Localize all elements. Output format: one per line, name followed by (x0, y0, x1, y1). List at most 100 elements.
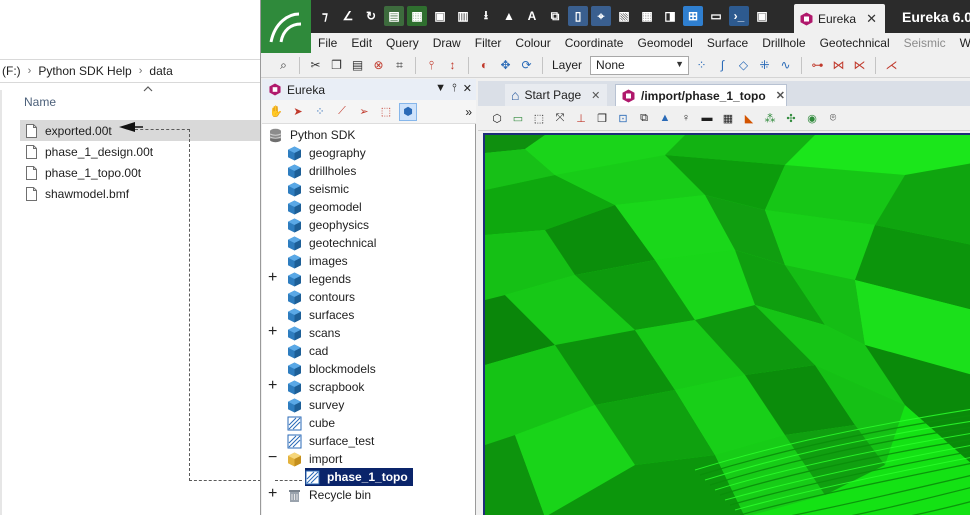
address-bar[interactable]: (F:) › Python SDK Help › data (0, 59, 260, 83)
angle-tool-icon[interactable]: ∠ (338, 6, 358, 26)
menu-colour[interactable]: Colour (508, 36, 557, 50)
select-arrow-icon[interactable]: ➤ (289, 103, 307, 121)
tree-item[interactable]: cube (287, 414, 335, 432)
coordinate-system-icon[interactable]: ◐ (476, 57, 493, 74)
name-column-header[interactable]: Name (24, 95, 56, 109)
menu-drillhole[interactable]: Drillhole (755, 36, 812, 50)
document-icon[interactable]: ◨ (660, 6, 680, 26)
paste-icon[interactable]: ▤ (349, 57, 366, 74)
tree-item[interactable]: + legends (268, 270, 351, 288)
windows-icon[interactable]: ⊞ (683, 6, 703, 26)
copy-view-icon[interactable]: ❐ (593, 109, 611, 127)
tree-item[interactable]: + scans (268, 324, 340, 342)
sort-ascending-icon[interactable] (143, 84, 153, 94)
cut-icon[interactable]: ✂ (307, 57, 324, 74)
trim-line-icon[interactable]: ⋉ (851, 57, 868, 74)
select-object-icon[interactable]: ⬢ (399, 102, 417, 121)
collapse-icon[interactable]: − (268, 450, 280, 466)
tree-item[interactable]: cad (287, 342, 328, 360)
navigate-icon[interactable]: ▲ (656, 109, 674, 127)
fit-view-icon[interactable]: ▭ (509, 109, 527, 127)
pin-icon[interactable]: ⫯ (423, 57, 440, 74)
close-icon[interactable]: ✕ (776, 89, 785, 102)
console-icon[interactable]: ›_ (729, 6, 749, 26)
tree-item[interactable]: − import (268, 450, 342, 468)
menu-file[interactable]: File (311, 36, 344, 50)
tree-item[interactable]: survey (287, 396, 344, 414)
app-logo[interactable] (261, 0, 311, 53)
menu-draw[interactable]: Draw (426, 36, 468, 50)
select-line-icon[interactable]: ⟋ (333, 103, 351, 121)
tree-item-selected[interactable]: phase_1_topo (305, 468, 413, 486)
curve-icon[interactable]: ∿ (777, 57, 794, 74)
points-icon[interactable]: ⁘ (693, 57, 710, 74)
grid-icon[interactable]: ▦ (637, 6, 657, 26)
tree-item[interactable]: contours (287, 288, 355, 306)
file-item[interactable]: phase_1_topo.00t (20, 162, 260, 183)
sheet-icon[interactable]: ▧ (614, 6, 634, 26)
layer-select[interactable]: None ▼ (590, 55, 690, 75)
grid-icon[interactable]: ▦ (719, 109, 737, 127)
tree-item[interactable]: + scrapbook (268, 378, 364, 396)
view-cube-icon[interactable]: ⬡ (488, 109, 506, 127)
snapshot-icon[interactable]: ⧉ (635, 109, 653, 127)
tree-item[interactable]: images (287, 252, 348, 270)
tree-item[interactable]: geotechnical (287, 234, 376, 252)
table-icon[interactable]: ▦ (407, 6, 427, 26)
overflow-icon[interactable]: » (465, 105, 472, 119)
form-icon[interactable]: ▣ (430, 6, 450, 26)
close-icon[interactable]: ✕ (591, 89, 600, 102)
copy-icon[interactable]: ❐ (328, 57, 345, 74)
download-icon[interactable]: ⭳ (476, 6, 496, 26)
globe-icon[interactable]: ◉ (803, 109, 821, 127)
snap-icon[interactable]: ⋌ (883, 57, 900, 74)
chart-icon[interactable]: ▥ (453, 6, 473, 26)
report-icon[interactable]: ▤ (384, 6, 404, 26)
close-icon[interactable]: ✕ (463, 82, 472, 95)
menu-filter[interactable]: Filter (468, 36, 509, 50)
delete-icon[interactable]: ⊗ (370, 57, 387, 74)
search-icon[interactable]: ⌕ (275, 57, 292, 74)
join-line-icon[interactable]: ⋈ (830, 57, 847, 74)
hand-tool-icon[interactable]: ✋ (267, 103, 285, 121)
layers-icon[interactable]: ⧉ (545, 6, 565, 26)
menu-seismic[interactable]: Seismic (897, 36, 953, 50)
tree-item[interactable]: drillholes (287, 162, 356, 180)
pan-icon[interactable]: ✥ (497, 57, 514, 74)
tree-item[interactable]: surface_test (287, 432, 374, 450)
3d-viewport[interactable] (483, 133, 970, 515)
select-points-icon[interactable]: ⁘ (311, 103, 329, 121)
tree-item[interactable]: + Recycle bin (268, 486, 371, 504)
menu-surface[interactable]: Surface (700, 36, 755, 50)
pick-tool-icon[interactable]: ⁊ (315, 6, 335, 26)
axes-icon[interactable]: ✣ (782, 109, 800, 127)
terminal-icon[interactable]: ▣ (752, 6, 772, 26)
zoom-extents-icon[interactable]: ⤧ (551, 109, 569, 127)
camera-icon[interactable]: ⌾ (824, 109, 842, 127)
tree-item[interactable]: surfaces (287, 306, 354, 324)
measure-icon[interactable]: ⊥ (572, 109, 590, 127)
tree-root[interactable]: Python SDK (268, 126, 355, 144)
paint-icon[interactable]: ◣ (740, 109, 758, 127)
expand-icon[interactable]: + (268, 378, 280, 394)
pin-icon[interactable]: ⫯ (452, 82, 457, 95)
close-icon[interactable]: ✕ (866, 11, 877, 27)
polygon-icon[interactable]: ◇ (735, 57, 752, 74)
terrain-icon[interactable]: ▲ (499, 6, 519, 26)
split-line-icon[interactable]: ⊶ (809, 57, 826, 74)
center-icon[interactable]: ⊡ (614, 109, 632, 127)
log-icon[interactable]: ▯ (568, 6, 588, 26)
marker-icon[interactable]: ⌖ (591, 6, 611, 26)
tab-phase-1-topo[interactable]: /import/phase_1_topo ✕ (615, 84, 787, 106)
tree-item[interactable]: geophysics (287, 216, 369, 234)
select-polygon-icon[interactable]: ➢ (355, 103, 373, 121)
breadcrumb-current[interactable]: data (149, 64, 172, 78)
expand-icon[interactable]: + (268, 486, 280, 502)
menu-edit[interactable]: Edit (344, 36, 379, 50)
clip-icon[interactable]: ▬ (698, 109, 716, 127)
tab-start-page[interactable]: ⌂ Start Page ✕ (505, 84, 607, 106)
menu-window[interactable]: Wi (953, 36, 970, 50)
expand-icon[interactable]: + (268, 324, 280, 340)
tree-item[interactable]: seismic (287, 180, 349, 198)
file-item[interactable]: phase_1_design.00t (20, 141, 260, 162)
